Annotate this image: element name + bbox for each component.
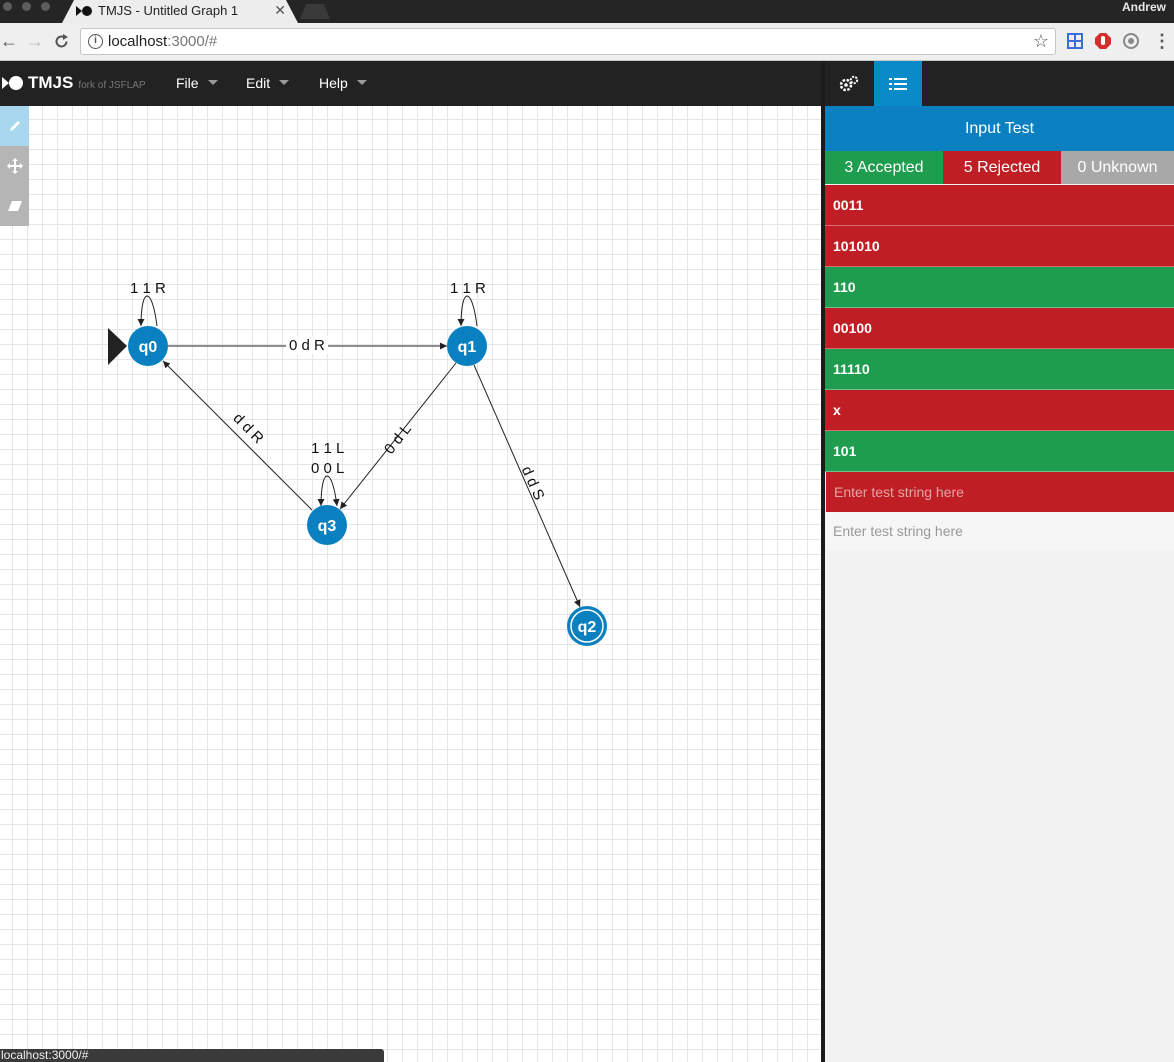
list-icon <box>889 77 907 90</box>
app-title: TMJS <box>28 73 74 92</box>
side-panel: Input Test 3 Accepted 5 Rejected 0 Unkno… <box>825 61 1174 1062</box>
test-row[interactable]: 00100 <box>825 308 1174 349</box>
q0-q1-label[interactable]: 0 d R <box>289 337 325 354</box>
extension-grid-icon[interactable] <box>1066 32 1084 50</box>
state-q1-label: q1 <box>458 339 477 356</box>
q1-q2-label[interactable]: d d S <box>518 464 548 503</box>
back-arrow-icon[interactable]: ← <box>0 32 18 50</box>
state-q0-label: q0 <box>139 339 158 356</box>
initial-state-arrow-icon <box>108 328 127 365</box>
state-diagram[interactable]: 1 1 R 1 1 R 1 1 L 0 0 L 0 d R d d R 0 d … <box>0 106 821 1062</box>
status-bar-url: localhost:3000/# <box>0 1049 384 1062</box>
q1-loop-label[interactable]: 1 1 R <box>450 280 486 297</box>
help-menu-label: Help <box>319 75 348 91</box>
q0-loop-label[interactable]: 1 1 R <box>130 280 166 297</box>
panel-tabs <box>825 61 1174 106</box>
file-menu[interactable]: File <box>176 75 218 91</box>
state-q2-accepting[interactable]: q2 <box>567 606 607 646</box>
site-info-icon[interactable]: i <box>88 34 103 49</box>
q3-to-q0-edge[interactable] <box>162 360 313 511</box>
test-row[interactable]: 101010 <box>825 226 1174 267</box>
chevron-down-icon <box>207 80 218 86</box>
q3-loop-label-1[interactable]: 1 1 L <box>311 440 344 457</box>
app-navbar: TMJS fork of JSFLAP File Edit Help <box>0 61 821 106</box>
forward-arrow-icon[interactable]: → <box>26 32 44 50</box>
tab-input-test[interactable] <box>874 61 922 106</box>
state-q3-label: q3 <box>318 518 337 535</box>
result-counts: 3 Accepted 5 Rejected 0 Unknown <box>825 151 1174 184</box>
help-menu[interactable]: Help <box>319 75 367 91</box>
browser-tab[interactable]: TMJS - Untitled Graph 1 ✕ <box>62 0 298 23</box>
tab-settings[interactable] <box>825 61 873 106</box>
file-menu-label: File <box>176 75 199 91</box>
unknown-count: 0 Unknown <box>1061 151 1174 184</box>
tmjs-favicon-icon <box>76 5 92 17</box>
adblock-icon[interactable] <box>1094 32 1112 50</box>
q0-self-loop-edge[interactable] <box>137 295 158 327</box>
browser-tabstrip: TMJS - Untitled Graph 1 ✕ Andrew <box>0 0 1174 23</box>
panel-title: Input Test <box>825 106 1174 151</box>
reload-icon[interactable] <box>53 33 70 50</box>
test-row[interactable]: x <box>825 390 1174 431</box>
state-q0[interactable]: q0 <box>128 326 168 366</box>
tab-title: TMJS - Untitled Graph 1 <box>98 3 239 18</box>
close-window-button[interactable] <box>3 2 12 11</box>
test-list: 0011 101010 110 00100 11110 x 101 <box>825 185 1174 550</box>
minimize-window-button[interactable] <box>22 2 31 11</box>
test-row[interactable]: 0011 <box>825 185 1174 226</box>
test-string-input[interactable] <box>825 512 1174 550</box>
state-q2-label: q2 <box>578 619 597 636</box>
test-row[interactable]: 110 <box>825 267 1174 308</box>
rejected-count: 5 Rejected <box>943 151 1061 184</box>
new-tab-button[interactable] <box>300 4 330 19</box>
url-path: :3000/# <box>167 33 218 50</box>
test-row[interactable]: 11110 <box>825 349 1174 390</box>
tmjs-logo-icon <box>2 76 23 90</box>
edit-menu-label: Edit <box>246 75 271 91</box>
test-row[interactable]: 101 <box>825 431 1174 472</box>
chevron-down-icon <box>279 80 290 86</box>
browser-menu-icon[interactable]: ⋮ <box>1153 32 1171 50</box>
url-text[interactable]: localhost:3000/# <box>108 33 217 50</box>
extension-circle-icon[interactable] <box>1122 32 1140 50</box>
q3-self-loop-edge[interactable] <box>317 475 340 507</box>
chevron-down-icon <box>356 80 367 86</box>
accepted-count: 3 Accepted <box>825 151 943 184</box>
edit-menu[interactable]: Edit <box>246 75 290 91</box>
address-bar[interactable]: i localhost:3000/# ☆ <box>80 28 1056 55</box>
tab-close-icon[interactable]: ✕ <box>274 2 286 19</box>
q1-q3-label[interactable]: 0 d L <box>381 421 415 458</box>
url-host: localhost <box>108 33 168 50</box>
maximize-window-button[interactable] <box>41 2 50 11</box>
brand[interactable]: TMJS fork of JSFLAP <box>2 71 146 95</box>
app-subtitle: fork of JSFLAP <box>78 79 146 91</box>
state-q3[interactable]: q3 <box>307 505 347 545</box>
state-q1[interactable]: q1 <box>447 326 487 366</box>
gears-icon <box>839 75 859 91</box>
q3-q0-label[interactable]: d d R <box>230 410 267 447</box>
q3-loop-label-2[interactable]: 0 0 L <box>311 460 344 477</box>
browser-toolbar: ← → i localhost:3000/# ☆ ⋮ <box>0 23 1174 61</box>
bookmark-star-icon[interactable]: ☆ <box>1033 31 1049 52</box>
q1-self-loop-edge[interactable] <box>457 295 478 327</box>
test-string-input-active[interactable] <box>825 472 1174 512</box>
profile-name[interactable]: Andrew <box>1122 0 1166 14</box>
